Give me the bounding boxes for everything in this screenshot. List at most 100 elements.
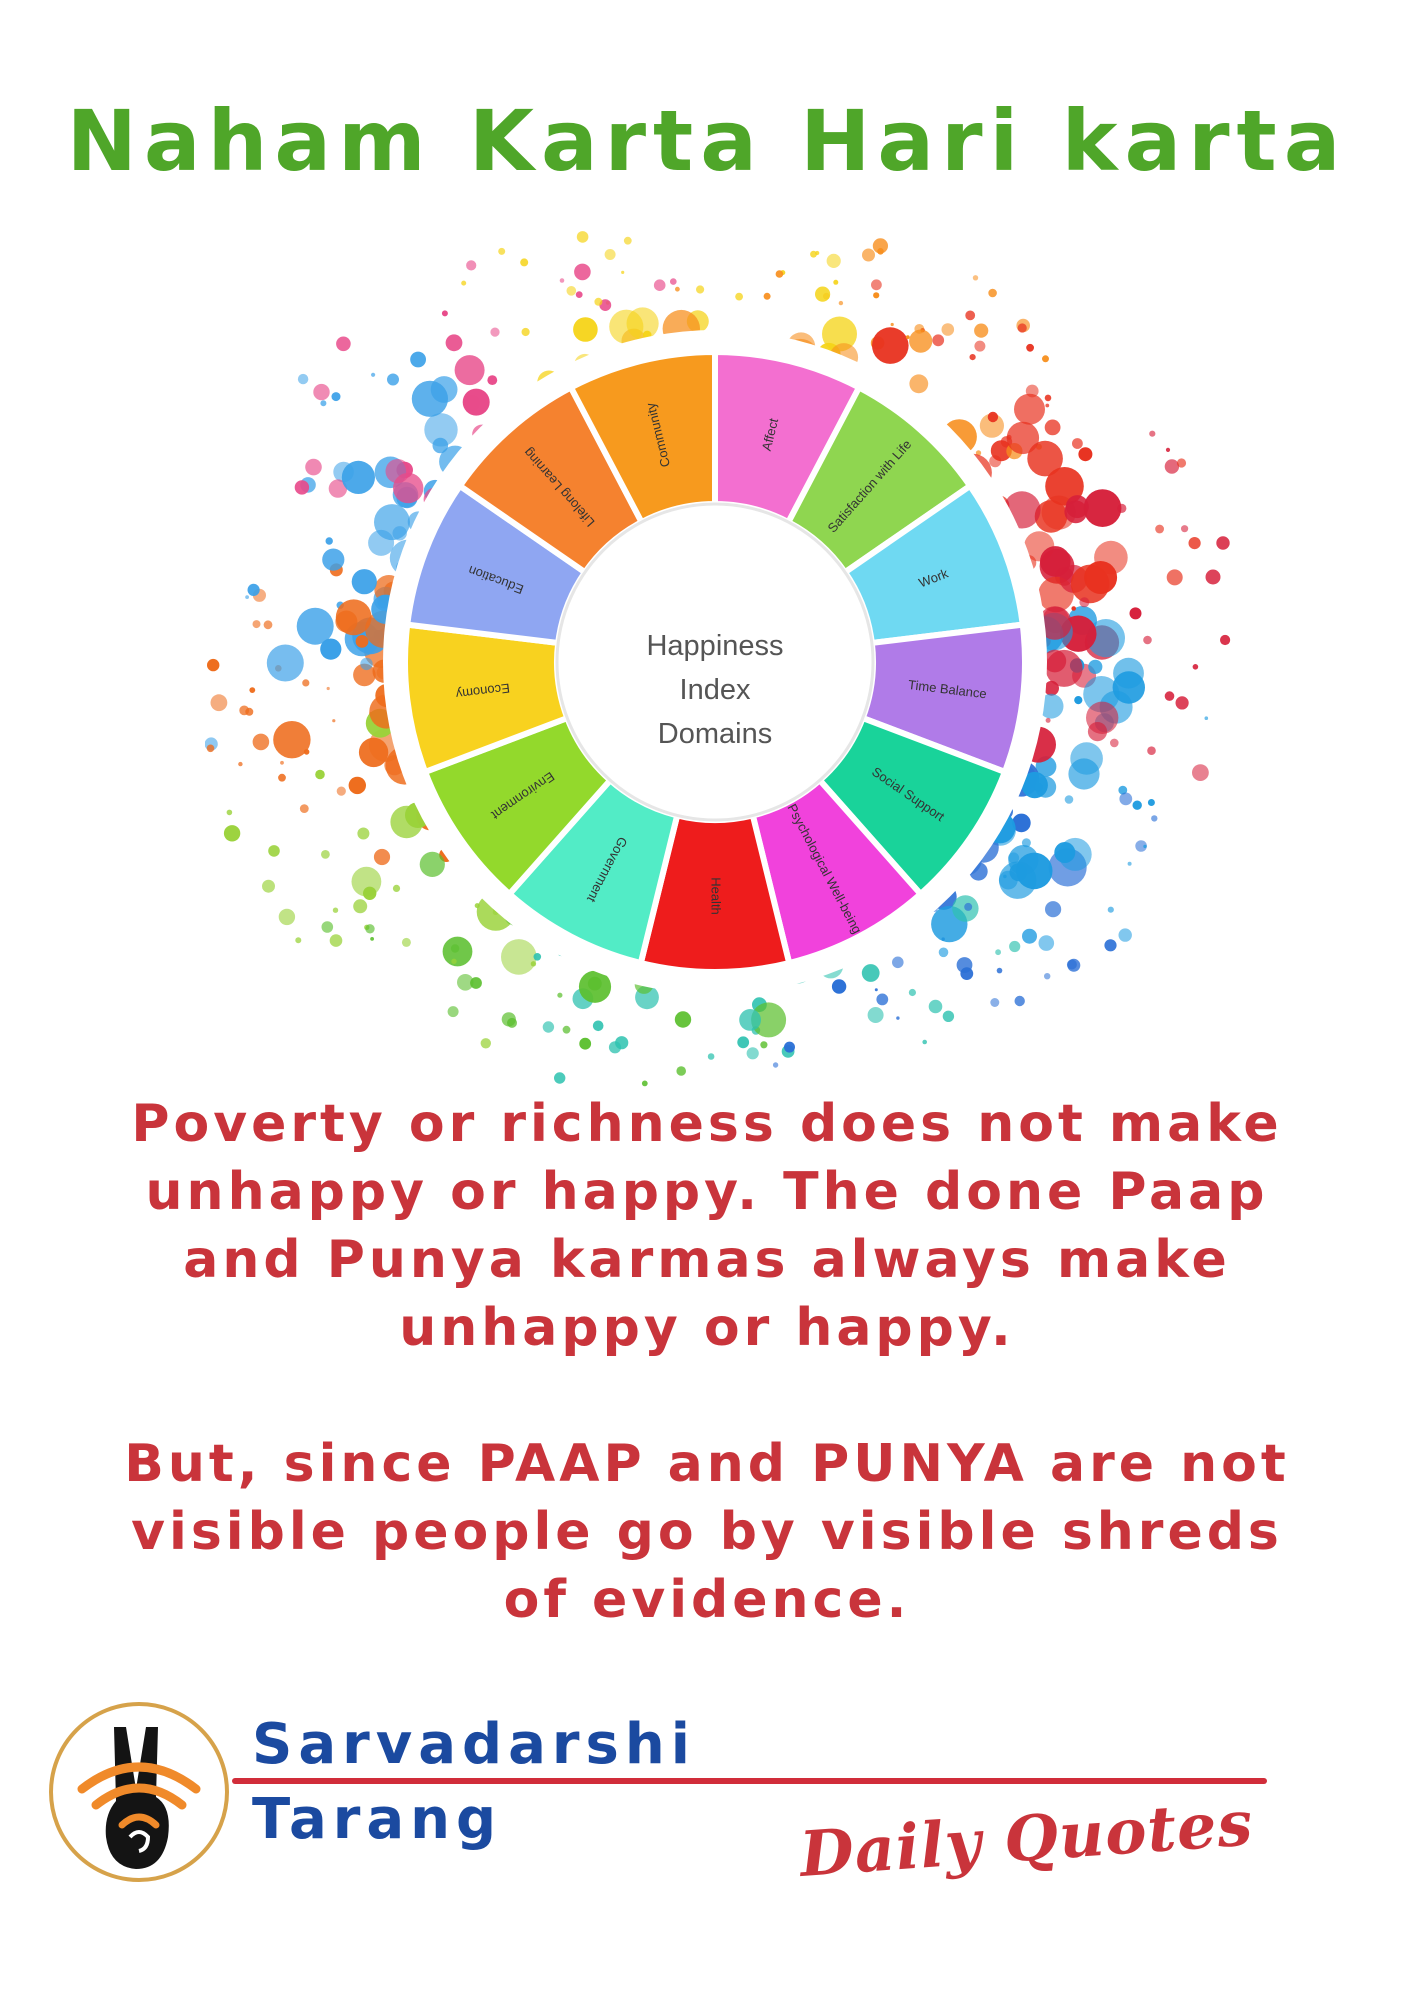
paint-splash [466,260,477,271]
paint-splash [815,250,820,256]
paint-splash [739,1009,761,1031]
paint-splash [447,1006,459,1018]
paint-splash [1040,546,1071,577]
paint-splash [1074,696,1083,705]
paint-splash [675,286,680,292]
paint-splash [964,902,973,911]
paint-splash [1064,500,1088,524]
paint-splash [1006,421,1040,455]
paint-splash [247,583,260,596]
paint-splash [574,263,591,281]
paint-splash [207,658,220,672]
quote-paragraph-2: But, since PAAP and PUNYA are not visibl… [80,1430,1334,1634]
paint-splash [262,879,275,893]
quote-line: unhappy or happy. The done Paap [145,1162,1269,1222]
quote-line: unhappy or happy. [399,1298,1015,1358]
paint-splash [562,1025,571,1034]
paint-splash [1204,716,1209,720]
paint-splash [321,850,330,859]
paint-splash [922,1039,927,1045]
paint-splash [988,288,997,298]
paint-splash [226,809,233,816]
paint-splash [501,1012,516,1027]
paint-splash [1044,419,1061,436]
paint-splash [424,413,458,447]
paint-splash [474,903,480,909]
paint-splash [1045,717,1051,723]
paint-splash [1132,800,1142,810]
paint-splash [996,967,1003,974]
paint-splash [1107,906,1114,913]
paint-splash [297,373,309,385]
paint-splash [1192,664,1199,670]
paint-splash [1038,935,1055,951]
paint-splash [410,351,426,368]
paint-splash [1014,995,1025,1007]
paint-splash [1088,659,1103,674]
paint-splash [1166,569,1183,586]
paint-splash [1147,799,1155,806]
paint-splash [320,400,327,407]
paint-splash [411,380,448,417]
paint-splash [1143,844,1147,849]
quote-line: visible people go by visible shreds [131,1502,1283,1562]
paint-splash [604,249,616,260]
paint-splash [609,309,644,344]
paint-splash [990,998,1000,1007]
paint-splash [1045,901,1062,918]
paint-splash [445,334,463,352]
paint-splash [676,1066,686,1076]
paint-splash [737,1036,750,1049]
paint-splash [480,1038,491,1049]
paint-splash [520,258,529,267]
quote-line: of evidence. [503,1570,911,1630]
page-title: Naham Karta Hari karta [66,92,1348,190]
paint-splash [784,1041,795,1053]
brand-name-line-2: Tarang [252,1787,503,1852]
paint-splash [1220,634,1231,646]
paint-splash [815,286,831,302]
paint-splash [351,866,382,897]
paint-splash [653,279,666,291]
paint-splash [321,921,334,933]
paint-splash [223,825,241,842]
paint-splash [987,411,999,423]
paint-splash [325,537,333,545]
paint-splash [245,595,249,599]
paint-splash [956,957,973,973]
paint-splash [587,976,602,991]
paint-splash [1026,343,1034,352]
paint-splash [1009,940,1021,953]
paint-splash [1014,393,1045,425]
paint-splash [462,388,490,416]
paint-splash [521,327,530,337]
wheel-segment-label: Health [709,877,724,915]
paint-splash [1066,959,1077,970]
paint-splash [873,292,880,299]
paint-splash [573,317,598,342]
paint-splash [892,956,904,969]
paint-splash [341,460,375,494]
paint-splash [239,705,250,716]
paint-splash [355,635,369,648]
paint-splash [249,687,256,693]
paint-splash [1072,438,1083,449]
paint-splash [1155,524,1164,534]
paint-splash [974,323,989,338]
paint-splash [336,336,351,352]
quote-line: Poverty or richness does not make [131,1094,1283,1154]
paint-splash [772,1062,779,1068]
paint-splash [874,988,878,992]
paint-splash [299,804,309,813]
paint-splash [368,529,395,556]
paint-splash [1078,447,1093,462]
paint-splash [450,944,460,953]
paint-splash [360,657,373,671]
paint-splash [1044,973,1051,980]
paint-splash [322,548,345,571]
paint-splash [592,1020,604,1032]
paint-splash [1042,355,1049,363]
paint-splash [336,786,346,796]
paint-splash [871,279,882,291]
paint-splash [746,1047,759,1060]
